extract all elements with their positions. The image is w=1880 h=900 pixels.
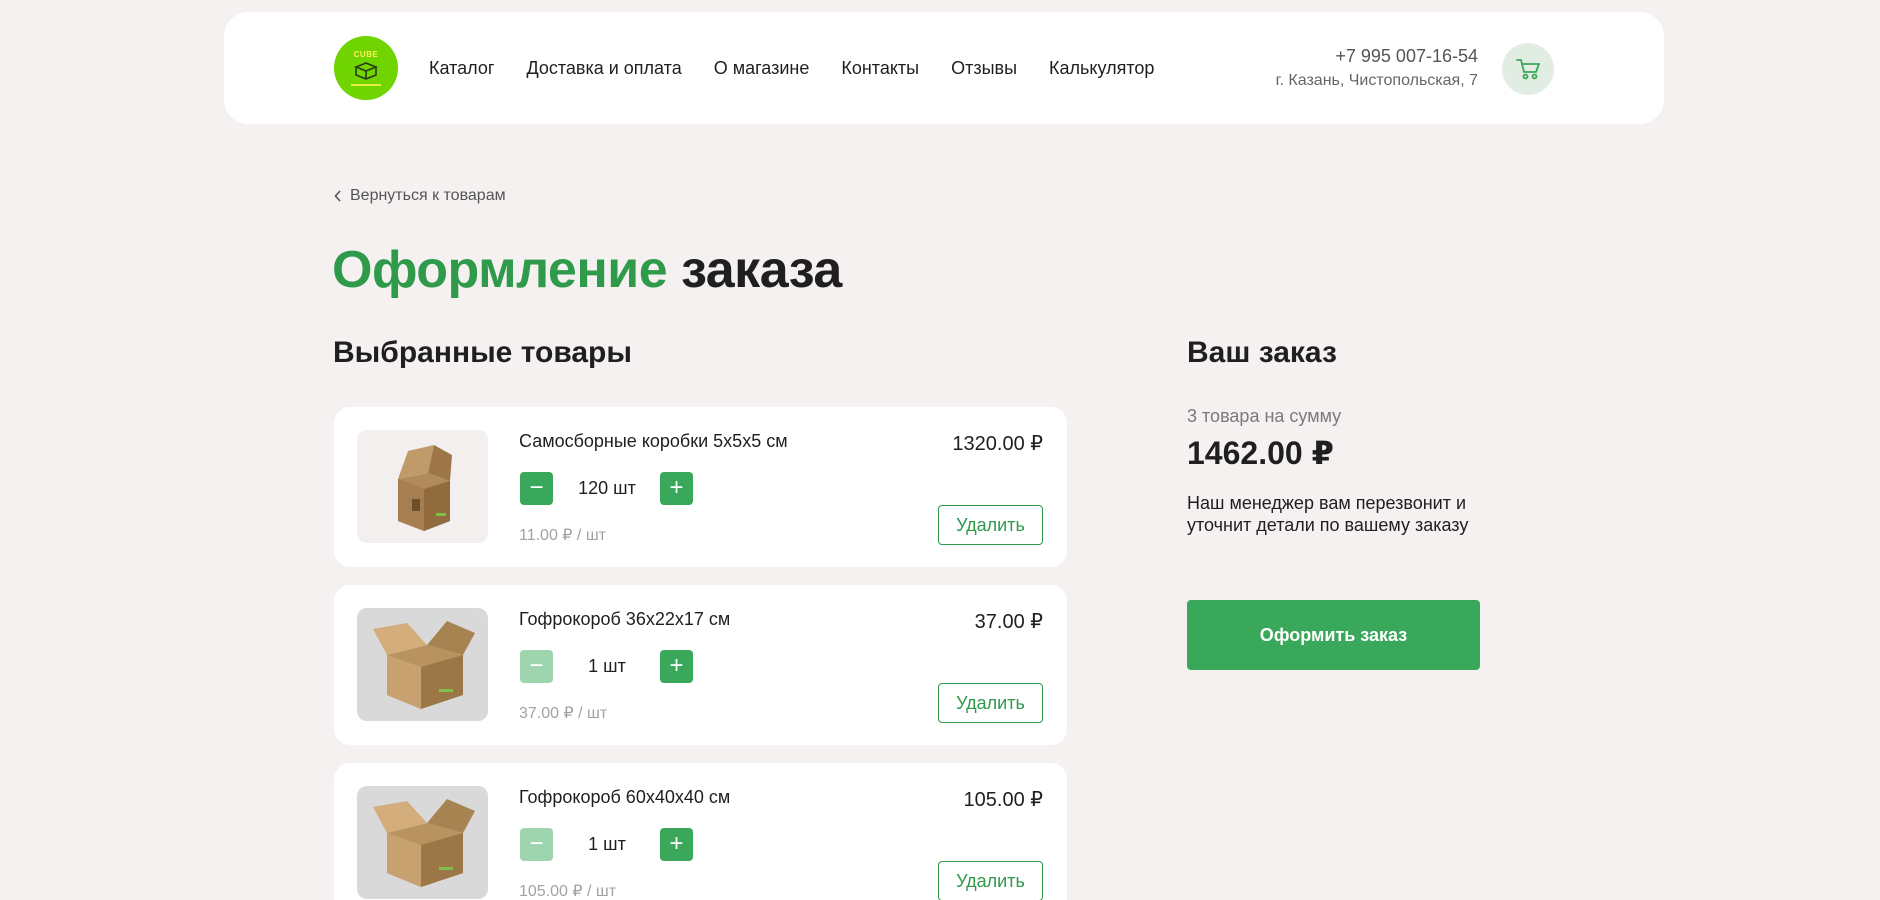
item-total-price: 105.00 ₽ <box>963 789 1043 811</box>
unit-price: 105.00 ₽ / шт <box>519 883 617 900</box>
nav-catalog[interactable]: Каталог <box>429 58 494 79</box>
chevron-left-icon <box>334 190 341 202</box>
cart-item: Самосборные коробки 5х5х5 см 1320.00 ₽ −… <box>334 407 1067 567</box>
quantity-value[interactable]: 1 шт <box>554 650 660 683</box>
quantity-increase-button[interactable]: + <box>660 828 693 861</box>
delete-item-button[interactable]: Удалить <box>938 505 1043 545</box>
cart-button[interactable] <box>1502 43 1554 95</box>
order-note: Наш менеджер вам перезвонит и уточнит де… <box>1187 493 1469 535</box>
cardboard-box-image <box>373 620 475 709</box>
unit-price: 11.00 ₽ / шт <box>519 527 606 544</box>
quantity-decrease-button[interactable]: − <box>520 650 553 683</box>
logo-text: CUBE <box>353 50 379 59</box>
nav-contacts[interactable]: Контакты <box>841 58 919 79</box>
cardboard-box-image <box>373 798 475 887</box>
small-box-image <box>397 444 452 531</box>
item-name[interactable]: Гофрокороб 36х22х17 см <box>519 609 730 630</box>
delete-item-button[interactable]: Удалить <box>938 683 1043 723</box>
item-name[interactable]: Самосборные коробки 5х5х5 см <box>519 431 788 452</box>
product-image[interactable] <box>357 430 488 543</box>
page-title-accent: Оформление <box>332 241 668 299</box>
item-total-price: 37.00 ₽ <box>974 611 1043 633</box>
back-link-label: Вернуться к товарам <box>350 187 506 204</box>
selected-items-title: Выбранные товары <box>333 336 633 369</box>
cart-item: Гофрокороб 36х22х17 см 37.00 ₽ − 1 шт + … <box>334 585 1067 745</box>
order-total: 1462.00 ₽ <box>1187 435 1334 471</box>
box-icon <box>354 62 378 80</box>
unit-price: 37.00 ₽ / шт <box>519 705 608 722</box>
page-title-rest: заказа <box>681 241 842 299</box>
quantity-decrease-button[interactable]: − <box>520 472 553 505</box>
quantity-increase-button[interactable]: + <box>660 650 693 683</box>
main-nav: Каталог Доставка и оплата О магазине Кон… <box>429 12 1154 124</box>
quantity-value[interactable]: 1 шт <box>554 828 660 861</box>
item-name[interactable]: Гофрокороб 60х40х40 см <box>519 787 730 808</box>
order-count-label: 3 товара на сумму <box>1187 406 1342 426</box>
logo-underline <box>351 84 381 86</box>
product-image[interactable] <box>357 786 488 899</box>
phone-link[interactable]: +7 995 007-16-54 <box>1276 44 1478 68</box>
submit-order-button[interactable]: Оформить заказ <box>1187 600 1480 670</box>
quantity-value[interactable]: 120 шт <box>554 472 660 505</box>
item-total-price: 1320.00 ₽ <box>952 433 1043 455</box>
address: г. Казань, Чистопольская, 7 <box>1275 72 1478 89</box>
nav-delivery[interactable]: Доставка и оплата <box>526 58 681 79</box>
nav-calculator[interactable]: Калькулятор <box>1049 58 1154 79</box>
logo[interactable]: CUBE <box>334 36 398 100</box>
product-image[interactable] <box>357 608 488 721</box>
delete-item-button[interactable]: Удалить <box>938 861 1043 900</box>
site-header: CUBE Каталог Доставка и оплата О магазин… <box>224 12 1664 124</box>
page-title: Оформление заказа <box>332 240 842 300</box>
contacts: +7 995 007-16-54 г. Казань, Чистопольска… <box>1276 44 1478 92</box>
nav-reviews[interactable]: Отзывы <box>951 58 1017 79</box>
back-link[interactable]: Вернуться к товарам <box>334 187 506 205</box>
order-summary-title: Ваш заказ <box>1187 336 1337 369</box>
nav-about[interactable]: О магазине <box>714 58 810 79</box>
cart-item: Гофрокороб 60х40х40 см 105.00 ₽ − 1 шт +… <box>334 763 1067 900</box>
quantity-decrease-button[interactable]: − <box>520 828 553 861</box>
cart-icon <box>1516 59 1540 80</box>
quantity-increase-button[interactable]: + <box>660 472 693 505</box>
